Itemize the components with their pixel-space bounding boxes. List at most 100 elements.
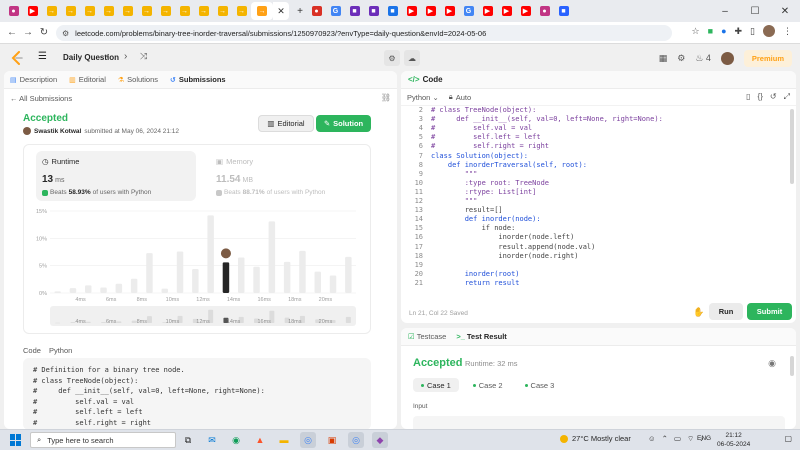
debug-icon[interactable]: ⚙	[384, 50, 400, 66]
bar[interactable]	[314, 271, 322, 293]
sidebar-icon[interactable]: ▯	[750, 26, 755, 37]
close-window-icon[interactable]: ✕	[770, 6, 800, 17]
leetcode-logo-icon[interactable]	[10, 51, 24, 65]
result-scrollbar[interactable]	[790, 356, 794, 376]
new-tab-icon[interactable]: +	[293, 6, 307, 17]
test-case-tab[interactable]: Case 3	[517, 378, 563, 392]
bar[interactable]	[345, 256, 352, 293]
layout-icon[interactable]: ▦	[659, 53, 668, 64]
bar[interactable]	[207, 215, 214, 293]
browser-tab[interactable]: →	[42, 2, 61, 20]
back-icon[interactable]: ←	[4, 27, 20, 38]
tab-editorial[interactable]: ▥ Editorial	[69, 75, 106, 84]
browser-tab[interactable]: ●	[535, 2, 554, 20]
bar-highlighted[interactable]	[222, 262, 230, 293]
bar[interactable]	[100, 287, 107, 293]
browser-tab[interactable]: ■	[383, 2, 402, 20]
runtime-box[interactable]: ◷ Runtime 13 ms Beats 58.93% of users with…	[36, 151, 196, 201]
browser-tab[interactable]: →	[194, 2, 213, 20]
browser-tab[interactable]: →	[61, 2, 80, 20]
streak-fire-icon[interactable]: ♨ 4	[695, 53, 711, 64]
all-submissions-link[interactable]: ← All Submissions	[10, 94, 72, 103]
premium-button[interactable]: Premium	[743, 50, 792, 67]
site-info-icon[interactable]: ⚙	[62, 29, 69, 38]
close-tab-icon[interactable]: ✕	[273, 2, 289, 20]
browser-tab[interactable]: →	[175, 2, 194, 20]
bookmark-icon[interactable]: ▯	[746, 92, 750, 102]
shuffle-icon[interactable]: ⤨	[140, 51, 147, 62]
app-icon[interactable]: ◆	[372, 432, 388, 448]
settings-gear-icon[interactable]: ⚙	[677, 53, 685, 64]
tab-solutions[interactable]: ⚗ Solutions	[118, 75, 158, 84]
chrome-icon[interactable]: ◎	[348, 432, 364, 448]
browser-tab[interactable]: →	[118, 2, 137, 20]
browser-tab[interactable]: ▶	[402, 2, 421, 20]
bar[interactable]	[283, 261, 291, 293]
profile-avatar[interactable]	[763, 25, 775, 37]
chevron-up-icon[interactable]: ⌃	[662, 434, 668, 444]
browser-tab[interactable]: G	[326, 2, 345, 20]
browser-tab[interactable]: ●	[307, 2, 326, 20]
browser-tab[interactable]: →	[156, 2, 175, 20]
bar[interactable]	[54, 291, 61, 293]
minimize-icon[interactable]: –	[710, 6, 740, 17]
browser-tab[interactable]: ■	[364, 2, 383, 20]
language-indicator[interactable]: ENG	[697, 435, 711, 442]
fullscreen-icon[interactable]: ⤢	[784, 92, 790, 102]
forward-icon[interactable]: →	[20, 27, 36, 38]
browser-tab[interactable]: G	[459, 2, 478, 20]
solution-button[interactable]: ✎ Solution	[316, 115, 371, 132]
browser-tab[interactable]: ▶	[440, 2, 459, 20]
bar[interactable]	[329, 275, 337, 293]
user-avatar[interactable]	[720, 52, 734, 65]
editorial-button[interactable]: ▥ Editorial	[258, 115, 314, 132]
code-editor[interactable]: 2 # class TreeNode(object): 3 # def __init_…	[401, 106, 796, 289]
reload-icon[interactable]: ↻	[36, 27, 52, 38]
reset-icon[interactable]: ↺	[770, 92, 777, 102]
browser-tab[interactable]: ▶	[421, 2, 440, 20]
memory-box[interactable]: ▣ Memory 11.54 MB Beats 88.71% of users wi…	[210, 151, 360, 201]
bar[interactable]	[85, 285, 92, 293]
notifications-icon[interactable]: ▢	[784, 434, 792, 443]
chrome-icon[interactable]: ◎	[300, 432, 316, 448]
browser-tab[interactable]: →	[99, 2, 118, 20]
runtime-distribution-chart[interactable]: 15% 10% 5% 0% 4ms 6ms 8ms 10ms 12ms 14ms 16ms 18ms 2…	[24, 205, 372, 333]
submit-button[interactable]: Submit	[747, 303, 792, 320]
browser-tab[interactable]: ▶	[497, 2, 516, 20]
edge-icon[interactable]: ◉	[228, 432, 244, 448]
browser-tab[interactable]: ■	[554, 2, 573, 20]
extension-icon[interactable]: ●	[721, 26, 726, 36]
browser-tab[interactable]: ▶	[478, 2, 497, 20]
maximize-icon[interactable]: ☐	[740, 6, 770, 17]
test-case-tab[interactable]: Case 1	[413, 378, 459, 392]
test-case-tab[interactable]: Case 2	[465, 378, 511, 392]
bar[interactable]	[146, 253, 153, 293]
bar[interactable]	[69, 288, 77, 293]
bar[interactable]	[130, 278, 138, 293]
next-problem-icon[interactable]: ›	[124, 51, 127, 62]
explorer-icon[interactable]: ▬	[276, 432, 292, 448]
browser-tab[interactable]: →	[213, 2, 232, 20]
run-button[interactable]: Run	[709, 303, 743, 320]
network-icon[interactable]: ▭	[674, 434, 681, 444]
prev-problem-icon[interactable]: ‹	[106, 51, 109, 62]
bar[interactable]	[268, 221, 276, 293]
weather-widget[interactable]: 27°C Mostly clear	[560, 434, 631, 443]
editor-scrollbar[interactable]	[790, 109, 794, 184]
task-view-icon[interactable]: ⧉	[180, 432, 196, 448]
browser-tab[interactable]: →	[251, 2, 273, 20]
tab-description[interactable]: ▤ Description	[10, 75, 57, 84]
browser-tab[interactable]: ▶	[516, 2, 535, 20]
wifi-icon[interactable]: ⌔	[687, 434, 694, 444]
username[interactable]: Swastik Kotwal	[34, 128, 81, 135]
problem-list-icon[interactable]: ☰	[38, 51, 54, 65]
bookmark-star-icon[interactable]: ☆	[692, 26, 700, 37]
office-icon[interactable]: ▣	[324, 432, 340, 448]
url-input[interactable]: ⚙ leetcode.com/problems/binary-tree-inor…	[56, 25, 672, 41]
brave-icon[interactable]: ▲	[252, 432, 268, 448]
bar[interactable]	[299, 250, 306, 293]
mail-icon[interactable]: ✉	[204, 432, 220, 448]
people-icon[interactable]: ☺	[648, 434, 656, 444]
browser-tab[interactable]: →	[137, 2, 156, 20]
browser-tab[interactable]: ●	[4, 2, 23, 20]
